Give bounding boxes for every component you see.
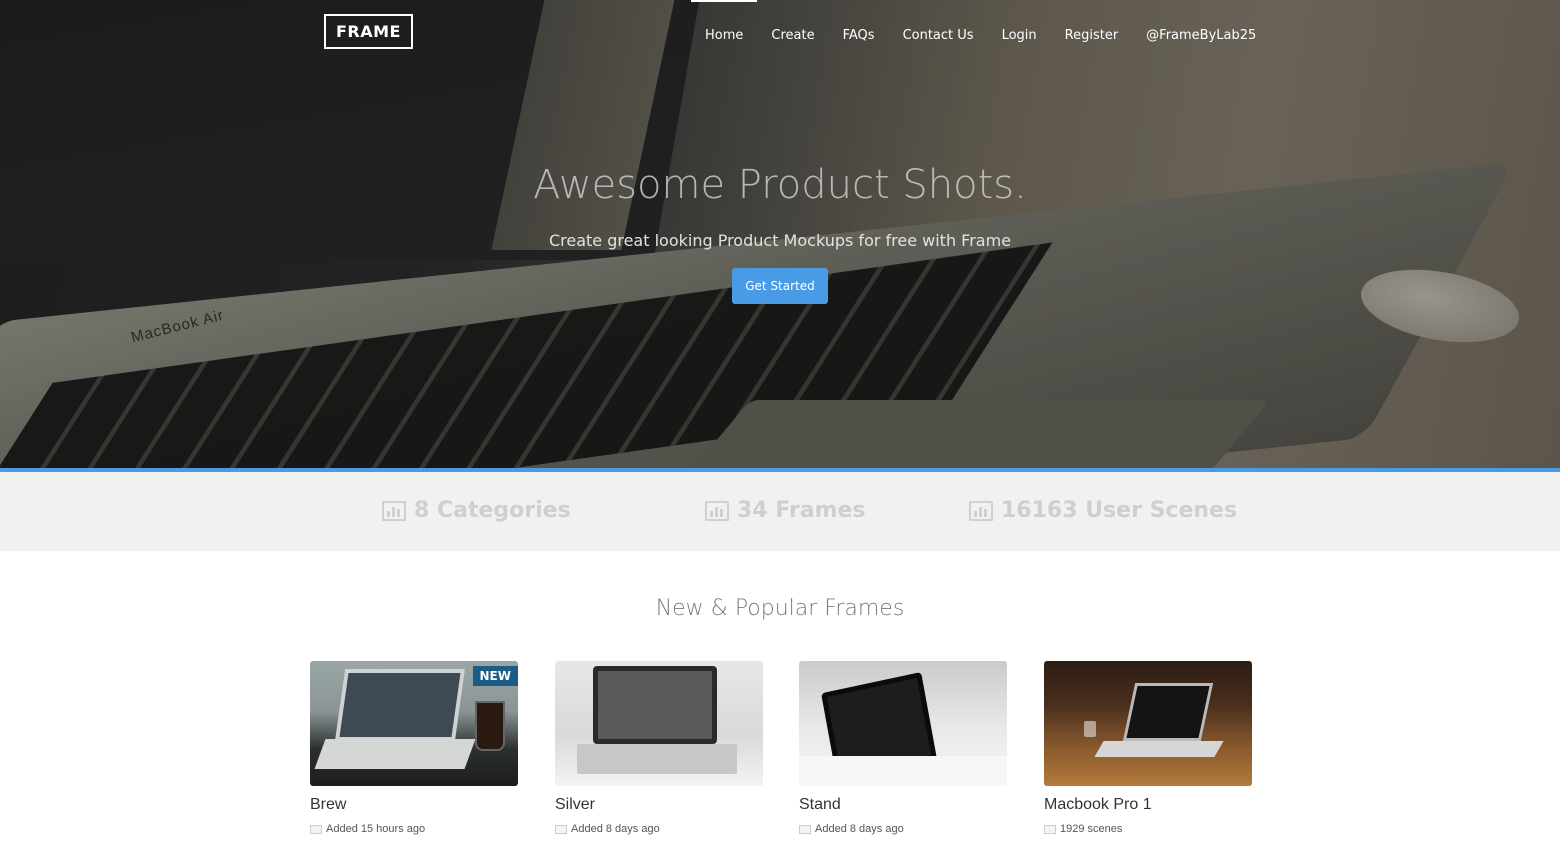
stats-bar: 8 Categories 34 Frames 16163 User Scenes xyxy=(0,472,1560,551)
new-badge: NEW xyxy=(472,666,518,686)
bar-chart-icon xyxy=(382,500,406,521)
stat-label: 8 Categories xyxy=(414,498,571,523)
frame-thumbnail[interactable] xyxy=(1044,661,1252,786)
nav-create[interactable]: Create xyxy=(757,0,828,70)
frame-meta-text: Added 15 hours ago xyxy=(326,823,426,835)
main-nav: Home Create FAQs Contact Us Login Regist… xyxy=(691,0,1270,70)
frame-meta: Added 8 days ago xyxy=(555,823,763,835)
section-title: New & Popular Frames xyxy=(655,596,905,621)
frame-meta: Added 15 hours ago xyxy=(310,823,518,835)
stat-label: 34 Frames xyxy=(737,498,866,523)
nav-home[interactable]: Home xyxy=(691,0,758,70)
frame-title[interactable]: Stand xyxy=(799,796,1007,814)
bar-chart-icon xyxy=(969,500,993,521)
frame-thumbnail[interactable] xyxy=(555,661,763,786)
frame-meta-text: 1929 scenes xyxy=(1060,823,1123,835)
nav-login[interactable]: Login xyxy=(988,0,1051,70)
frame-title[interactable]: Silver xyxy=(555,796,763,814)
logo[interactable]: FRAME xyxy=(324,14,413,49)
frame-title[interactable]: Macbook Pro 1 xyxy=(1044,796,1252,814)
get-started-button[interactable]: Get Started xyxy=(732,268,828,304)
frame-card-silver[interactable]: Silver Added 8 days ago xyxy=(555,661,763,835)
nav-twitter-handle[interactable]: @FrameByLab25 xyxy=(1132,0,1270,70)
image-icon xyxy=(310,824,322,834)
stat-user-scenes: 16163 User Scenes xyxy=(969,498,1237,523)
hero-title: Awesome Product Shots. xyxy=(533,162,1027,208)
hero-subtitle: Create great looking Product Mockups for… xyxy=(548,231,1012,250)
stat-frames: 34 Frames xyxy=(705,498,866,523)
frame-card-brew[interactable]: NEW Brew Added 15 hours ago xyxy=(310,661,518,835)
nav-contact-us[interactable]: Contact Us xyxy=(889,0,988,70)
image-icon xyxy=(799,824,811,834)
stat-categories: 8 Categories xyxy=(382,498,571,523)
bar-chart-icon xyxy=(705,500,729,521)
frame-card-stand[interactable]: Stand Added 8 days ago xyxy=(799,661,1007,835)
image-icon xyxy=(555,824,567,834)
frame-meta: Added 8 days ago xyxy=(799,823,1007,835)
frame-thumbnail[interactable]: NEW xyxy=(310,661,518,786)
stat-label: 16163 User Scenes xyxy=(1001,498,1238,523)
image-icon xyxy=(1044,824,1056,834)
frame-meta-text: Added 8 days ago xyxy=(815,823,904,835)
frame-title[interactable]: Brew xyxy=(310,796,518,814)
frame-meta: 1929 scenes xyxy=(1044,823,1252,835)
frame-meta-text: Added 8 days ago xyxy=(571,823,660,835)
nav-register[interactable]: Register xyxy=(1051,0,1133,70)
frame-thumbnail[interactable] xyxy=(799,661,1007,786)
frame-card-macbook-pro-1[interactable]: Macbook Pro 1 1929 scenes xyxy=(1044,661,1252,835)
nav-faqs[interactable]: FAQs xyxy=(829,0,889,70)
